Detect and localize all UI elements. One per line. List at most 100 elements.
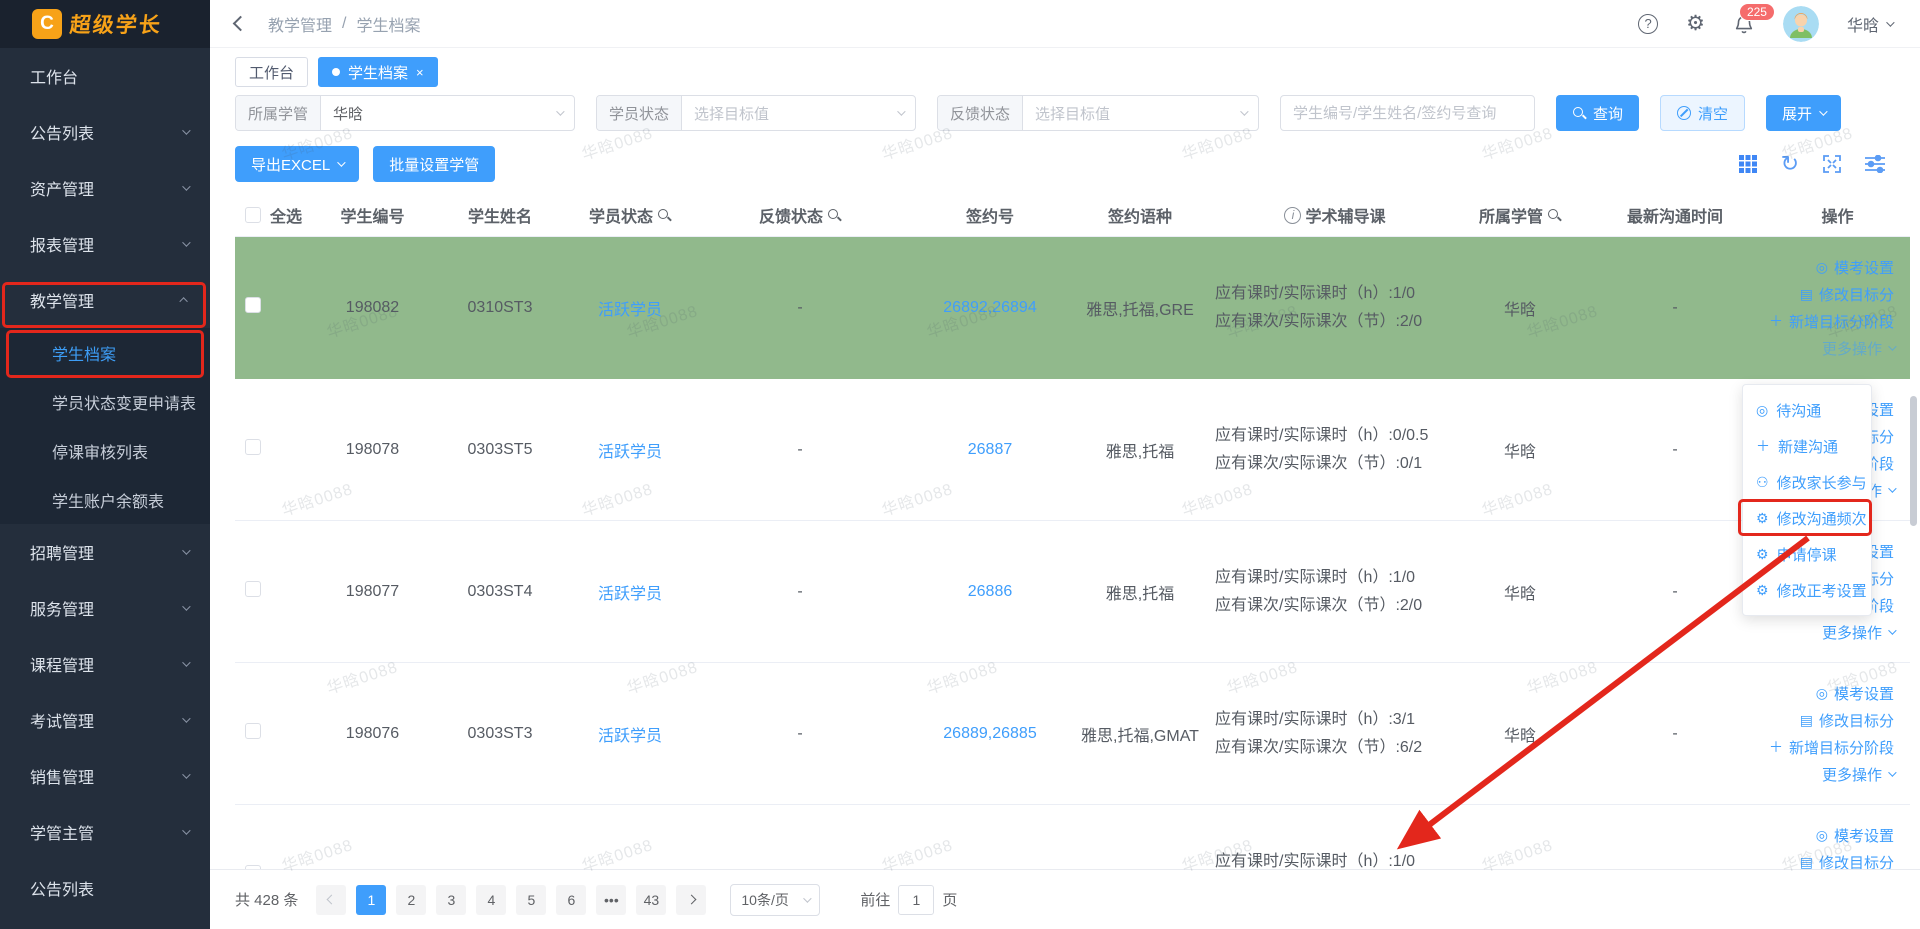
op-link-新增目标分阶段[interactable]: ＋ 新增目标分阶段 <box>1769 737 1894 758</box>
filter-student-status-select[interactable]: 学员状态 选择目标值 <box>596 95 916 131</box>
expand-button[interactable]: 展开 <box>1766 95 1842 131</box>
page-button-2[interactable]: 2 <box>396 884 427 915</box>
refresh-icon[interactable]: ↻ <box>1781 153 1799 175</box>
sidebar-item-公告列表[interactable]: 公告列表 <box>0 104 210 160</box>
notification-bell-icon[interactable]: 225 <box>1733 2 1775 35</box>
sidebar-item-label: 报表管理 <box>30 238 95 255</box>
info-icon[interactable]: i <box>1284 206 1302 224</box>
sidebar-item-报表管理[interactable]: 报表管理 <box>0 216 210 272</box>
column-header-反馈状态: 反馈状态 <box>759 203 841 227</box>
filter-feedback-status-select[interactable]: 反馈状态 选择目标值 <box>937 95 1259 131</box>
dropdown-item-修改沟通频次[interactable]: ⚙ 修改沟通频次 <box>1743 500 1871 536</box>
scrollbar-thumb[interactable] <box>1910 396 1917 526</box>
clear-button[interactable]: 清空 <box>1660 95 1746 131</box>
sign-number-link[interactable]: 26886 <box>968 583 1013 600</box>
fullscreen-icon[interactable] <box>1823 155 1841 173</box>
sidebar-item-教学管理[interactable]: 教学管理 <box>0 272 210 328</box>
course-times-line: 应有课次/实际课次（节）:0/1 <box>1215 454 1423 472</box>
course-hours-line: 应有课时/实际课时（h）:0/0.5 <box>1215 426 1429 444</box>
sidebar-item-资产管理[interactable]: 资产管理 <box>0 160 210 216</box>
sidebar-item-销售管理[interactable]: 销售管理 <box>0 748 210 804</box>
sign-number-link[interactable]: 26889,26885 <box>943 725 1036 742</box>
settings-gear-icon[interactable]: ⚙ <box>1686 13 1705 34</box>
op-link-新增目标分阶段[interactable]: ＋ 新增目标分阶段 <box>1769 311 1894 332</box>
next-page-button[interactable] <box>676 884 707 915</box>
op-label: 模考设置 <box>1833 259 1894 277</box>
column-header-最新沟通时间: 最新沟通时间 <box>1627 203 1723 227</box>
op-link-模考设置[interactable]: ◎ 模考设置 <box>1816 683 1894 704</box>
sidebar-item-考试管理[interactable]: 考试管理 <box>0 692 210 748</box>
op-link-更多操作[interactable]: 更多操作 <box>1822 764 1897 785</box>
dropdown-item-申请停课[interactable]: ⚙ 申请停课 <box>1743 536 1871 572</box>
column-search-icon[interactable] <box>657 208 671 222</box>
avatar[interactable] <box>1782 5 1819 42</box>
prev-page-button[interactable] <box>316 884 347 915</box>
dropdown-item-修改家长参与[interactable]: ⚇ 修改家长参与 <box>1743 464 1871 500</box>
page-button-6[interactable]: 6 <box>556 884 587 915</box>
dropdown-item-新建沟通[interactable]: ＋ 新建沟通 <box>1743 428 1871 464</box>
page-button-1[interactable]: 1 <box>356 884 387 915</box>
sidebar-subitem-停课审核列表[interactable]: 停课审核列表 <box>0 426 210 475</box>
row-checkbox[interactable] <box>245 439 261 455</box>
sidebar-subitem-学员状态变更申请表[interactable]: 学员状态变更申请表 <box>0 377 210 426</box>
grid-view-icon[interactable] <box>1738 155 1757 173</box>
tab-student-archive[interactable]: 学生档案 × <box>318 57 438 87</box>
page-button-3[interactable]: 3 <box>436 884 467 915</box>
column-search-icon[interactable] <box>1547 208 1561 222</box>
op-link-模考设置[interactable]: ◎ 模考设置 <box>1816 825 1894 846</box>
dropdown-item-label: 修改沟通频次 <box>1776 510 1867 528</box>
sign-number-link[interactable]: 26892,26894 <box>943 299 1036 316</box>
sidebar-item-学管主管[interactable]: 学管主管 <box>0 804 210 860</box>
sidebar-subitem-学生档案[interactable]: 学生档案 <box>0 328 210 377</box>
table-header: 全选 学生编号 学生姓名 学员状态 反馈状态 签约号 签约语种 i 学术辅导课 所属学管 最新沟通时… <box>235 194 1910 237</box>
course-hours-line: 应有课时/实际课时（h）:1/0 <box>1215 852 1416 870</box>
back-icon[interactable] <box>232 15 249 32</box>
column-search-icon[interactable] <box>827 208 841 222</box>
dropdown-item-修改正考设置[interactable]: ⚙ 修改正考设置 <box>1743 572 1871 608</box>
op-link-修改目标分[interactable]: ▤ 修改目标分 <box>1800 284 1894 305</box>
tab-close-icon[interactable]: × <box>416 65 424 80</box>
sidebar-item-课程管理[interactable]: 课程管理 <box>0 636 210 692</box>
row-select-cell <box>235 297 261 318</box>
export-excel-button[interactable]: 导出EXCEL <box>235 146 360 182</box>
query-button[interactable]: 查询 <box>1556 95 1640 131</box>
help-icon[interactable]: ? <box>1638 13 1659 34</box>
tab-workbench[interactable]: 工作台 <box>235 57 309 87</box>
chevron-down-icon <box>182 770 191 779</box>
sidebar-subitem-学生账户余额表[interactable]: 学生账户余额表 <box>0 475 210 524</box>
op-link-修改目标分[interactable]: ▤ 修改目标分 <box>1800 710 1894 731</box>
select-all-checkbox[interactable] <box>245 207 261 223</box>
table-row: 198082 0310ST3 活跃学员 - 26892,26894 雅思,托福,GRE 应有… <box>235 237 1910 379</box>
row-checkbox[interactable] <box>245 723 261 739</box>
breadcrumb-item[interactable]: 教学管理 <box>268 12 332 36</box>
op-link-更多操作[interactable]: 更多操作 <box>1822 622 1897 643</box>
page-button-4[interactable]: 4 <box>476 884 507 915</box>
page-button-43[interactable]: 43 <box>636 884 667 915</box>
batch-set-manager-button[interactable]: 批量设置学管 <box>373 146 496 182</box>
op-link-更多操作[interactable]: 更多操作 <box>1822 338 1897 359</box>
row-checkbox[interactable] <box>245 581 261 597</box>
dropdown-item-待沟通[interactable]: ◎ 待沟通 <box>1743 392 1871 428</box>
student-status-link[interactable]: 活跃学员 <box>598 586 662 603</box>
sidebar-item-公告列表[interactable]: 公告列表 <box>0 860 210 916</box>
sidebar-item-服务管理[interactable]: 服务管理 <box>0 580 210 636</box>
column-settings-icon[interactable] <box>1865 155 1885 173</box>
filter-manager-select[interactable]: 所属学管 华晗 <box>235 95 575 131</box>
sign-number-link[interactable]: 26887 <box>968 441 1013 458</box>
goto-page-input[interactable] <box>898 884 935 915</box>
op-link-模考设置[interactable]: ◎ 模考设置 <box>1816 257 1894 278</box>
op-link-修改目标分[interactable]: ▤ 修改目标分 <box>1800 852 1894 870</box>
page-button-•••[interactable]: ••• <box>596 884 627 915</box>
page-button-5[interactable]: 5 <box>516 884 547 915</box>
student-status-link[interactable]: 活跃学员 <box>598 444 662 461</box>
user-menu[interactable]: 华晗 <box>1847 12 1895 36</box>
cell-sign-language: 雅思,托福 <box>1105 443 1175 461</box>
sidebar-item-工作台[interactable]: 工作台 <box>0 48 210 104</box>
student-status-link[interactable]: 活跃学员 <box>598 302 662 319</box>
search-input[interactable] <box>1280 95 1535 131</box>
student-status-link[interactable]: 活跃学员 <box>598 728 662 745</box>
sidebar-item-招聘管理[interactable]: 招聘管理 <box>0 524 210 580</box>
doc-icon: ▤ <box>1799 712 1813 728</box>
page-size-select[interactable]: 10条/页 <box>730 883 821 916</box>
row-checkbox[interactable] <box>245 297 261 313</box>
